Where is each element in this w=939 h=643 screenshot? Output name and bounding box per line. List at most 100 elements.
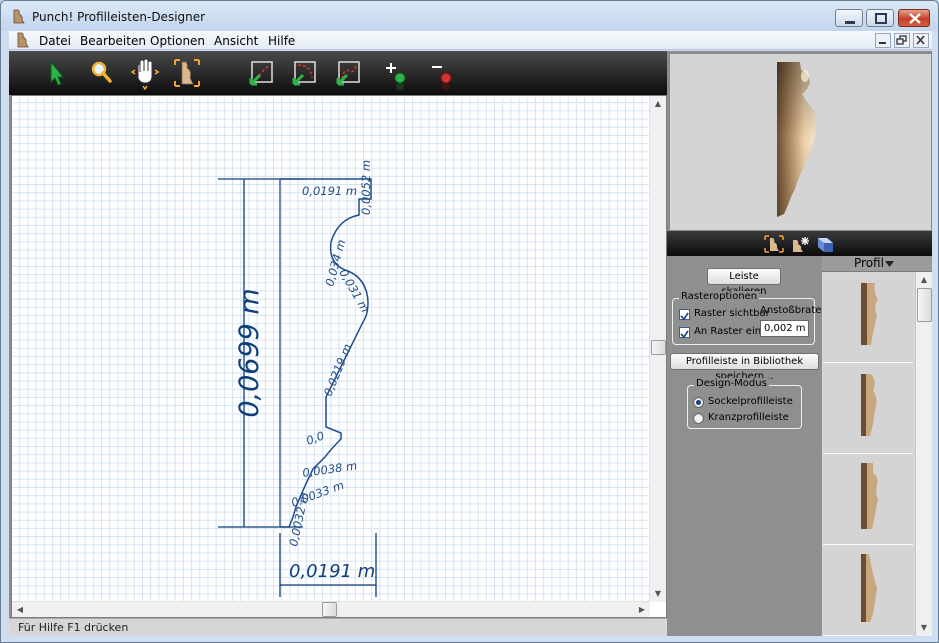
scroll-up-button[interactable]: ▲: [650, 96, 666, 112]
profile-frame-icon: [174, 59, 200, 87]
molding-app-icon: [13, 9, 25, 24]
menu-optionen[interactable]: Optionen: [150, 34, 205, 48]
spacing-input[interactable]: 0,002 m: [760, 320, 809, 337]
snap-to-raster-label: An Raster einr.: [694, 326, 768, 337]
drawing-grid[interactable]: 0,0699 m 0,0191 m 0,0191 m 0,0052 m 0,03…: [13, 97, 650, 601]
menu-ansicht[interactable]: Ansicht: [214, 34, 258, 48]
line-tool-button[interactable]: [246, 56, 278, 90]
select-tool-button[interactable]: [39, 56, 71, 90]
menu-hilfe[interactable]: Hilfe: [268, 34, 295, 48]
menu-bar: Datei Bearbeiten Optionen Ansicht Hilfe: [9, 31, 932, 50]
scroll-down-button[interactable]: ▼: [650, 586, 666, 602]
preview-mode-bar: [667, 231, 932, 256]
checkmark-icon: [680, 312, 689, 321]
status-bar: Für Hilfe F1 drücken: [9, 618, 667, 636]
design-mode-group: Design-Modus Sockelprofilleiste Kranzpro…: [687, 378, 802, 429]
profile-controls-panel: Leiste skalieren Rasteroptionen Raster s…: [667, 256, 825, 636]
maximize-button[interactable]: [866, 9, 894, 27]
client-area: 0,0699 m 0,0191 m 0,0191 m 0,0052 m 0,03…: [9, 51, 932, 636]
gallery-scroll-thumb[interactable]: [917, 288, 932, 322]
curve-tool-button[interactable]: [333, 56, 365, 90]
line-tool-icon: [249, 61, 273, 86]
pan-hand-icon: [130, 58, 160, 91]
gallery-thumbnail[interactable]: [823, 455, 913, 545]
scroll-left-button[interactable]: ◀: [12, 602, 28, 618]
mode-baseboard-label: Sockelprofilleiste: [708, 396, 793, 407]
close-icon: [909, 13, 921, 24]
scale-molding-button[interactable]: Leiste skalieren: [707, 268, 781, 297]
gallery-scrollbar[interactable]: ▲ ▼: [915, 272, 932, 636]
mdi-restore-button[interactable]: [894, 33, 910, 48]
molding-thumbnail: [861, 283, 878, 345]
gallery-thumbnail[interactable]: [823, 364, 913, 454]
gallery-header[interactable]: Profil: [822, 256, 932, 272]
mode-crown-label: Kranzprofilleiste: [708, 412, 789, 423]
mode-crown-radio[interactable]: [693, 413, 704, 424]
zoom-tool-button[interactable]: [85, 56, 117, 90]
raster-visible-checkbox[interactable]: [679, 309, 690, 321]
molding-thumbnail: [861, 463, 878, 529]
minimize-button[interactable]: [835, 9, 863, 27]
document-molding-icon[interactable]: [16, 32, 30, 48]
maximize-icon: [875, 13, 887, 24]
snap-to-raster-checkbox[interactable]: [679, 327, 690, 339]
curve-tool-icon: [336, 61, 360, 86]
title-bar[interactable]: Punch! Profilleisten-Designer: [1, 1, 938, 31]
segment-label-top-width: 0,0191 m: [302, 184, 357, 198]
vertical-scroll-thumb[interactable]: [651, 340, 666, 355]
minimize-icon: [845, 21, 855, 24]
scroll-up-button[interactable]: ▲: [916, 272, 932, 288]
arc-tool-button[interactable]: [289, 56, 321, 90]
profile-frame-button[interactable]: [171, 56, 203, 90]
arc-tool-icon: [292, 61, 316, 86]
window-title: Punch! Profilleisten-Designer: [32, 10, 206, 24]
scroll-right-button[interactable]: ▶: [634, 602, 650, 618]
save-to-library-button[interactable]: Profilleiste in Bibliothek speichern...: [670, 353, 819, 382]
zoom-magnifier-icon: [91, 61, 112, 83]
molding-thumbnail: [861, 554, 877, 622]
mdi-close-button[interactable]: [913, 33, 929, 48]
chevron-down-icon: [885, 261, 894, 267]
canvas-horizontal-scrollbar[interactable]: ◀ ▶: [12, 601, 650, 617]
add-point-button[interactable]: [381, 56, 413, 91]
remove-point-icon: [432, 66, 452, 91]
horizontal-scroll-thumb[interactable]: [322, 602, 337, 617]
pan-tool-button[interactable]: [129, 56, 161, 91]
gallery-header-label: Profil: [854, 256, 884, 270]
raster-visible-label: Raster sichtbar: [694, 308, 770, 319]
gallery-thumbnail[interactable]: [823, 273, 913, 363]
add-point-icon: [386, 63, 406, 91]
mdi-minimize-button[interactable]: [875, 33, 891, 48]
segment-label-lower-2: 0,0038 m: [301, 458, 358, 480]
close-icon: [916, 35, 925, 45]
3d-render-icon[interactable]: [815, 234, 837, 254]
raster-options-label: Rasteroptionen: [679, 291, 760, 302]
height-dimension-label: 0,0699 m: [234, 288, 265, 417]
design-canvas[interactable]: 0,0699 m 0,0191 m 0,0191 m 0,0052 m 0,03…: [11, 95, 667, 618]
restore-icon: [896, 35, 907, 45]
width-dimension-label: 0,0191 m: [289, 561, 375, 582]
app-window: Punch! Profilleisten-Designer Datei Bear…: [0, 0, 939, 643]
raster-options-group: Rasteroptionen Raster sichtbar An Raster…: [672, 291, 825, 345]
molding-preview-render: [777, 62, 816, 217]
segment-label-straight: 0,0219 m: [321, 342, 355, 398]
segment-label-top-step: 0,0052 m: [359, 160, 373, 215]
gallery-thumbnail[interactable]: [823, 546, 913, 636]
design-toolbar: [9, 51, 667, 95]
close-button[interactable]: [898, 9, 930, 27]
profile-3d-preview[interactable]: [669, 53, 932, 231]
select-arrow-icon: [50, 60, 65, 86]
menu-datei[interactable]: Datei: [39, 34, 71, 48]
light-render-icon[interactable]: [789, 234, 811, 254]
checkmark-icon: [680, 330, 689, 339]
molding-thumbnail: [861, 374, 877, 436]
remove-point-button[interactable]: [427, 56, 459, 91]
scroll-down-button[interactable]: ▼: [916, 620, 932, 636]
profile-view-icon[interactable]: [763, 234, 785, 254]
mode-baseboard-radio[interactable]: [693, 397, 704, 408]
canvas-vertical-scrollbar[interactable]: ▲ ▼: [649, 96, 666, 602]
profile-drawing[interactable]: 0,0699 m 0,0191 m 0,0191 m 0,0052 m 0,03…: [13, 97, 650, 601]
menu-bearbeiten[interactable]: Bearbeiten: [80, 34, 146, 48]
spacing-label: Anstoßbrate:: [760, 305, 825, 316]
status-text: Für Hilfe F1 drücken: [18, 621, 129, 634]
